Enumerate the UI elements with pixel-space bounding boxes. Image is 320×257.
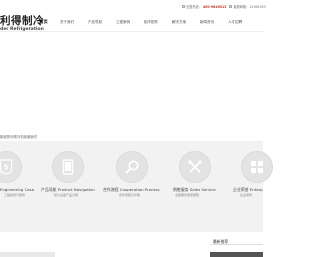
mail-icon bbox=[229, 5, 233, 8]
feature-subtitle: 全程服务质量保障 bbox=[175, 193, 200, 197]
nav-item-home[interactable]: 首页 bbox=[34, 19, 53, 25]
feature-subtitle: 企业荣誉 bbox=[240, 193, 253, 197]
breadcrumb: 新颖的利得冷机依赖我们 bbox=[0, 135, 38, 139]
content-block-left bbox=[0, 252, 55, 257]
feature-subtitle: 制冷设备产品分类 bbox=[54, 193, 79, 197]
news-divider bbox=[210, 244, 263, 245]
email-label[interactable]: 客服邮箱：12984365 bbox=[233, 4, 265, 9]
hotline-number[interactable]: 400-9846513 bbox=[203, 5, 227, 9]
tools-icon bbox=[188, 160, 202, 173]
banner-area bbox=[0, 32, 263, 132]
nav-item-solutions[interactable]: 解决方案 bbox=[165, 20, 193, 25]
feature-enterprise-honor[interactable] bbox=[241, 151, 273, 183]
html5-icon: 5 bbox=[0, 159, 13, 175]
feature-title[interactable]: Engineering Case bbox=[0, 187, 34, 192]
phone-label: 全国热线： bbox=[186, 5, 202, 9]
nav-item-products[interactable]: 产品导航 bbox=[81, 20, 109, 25]
main-nav: 首页 关于我们 产品导航 工程案例 制冷配件 解决方案 新闻资讯 人才招聘 bbox=[34, 18, 249, 26]
nav-item-news[interactable]: 新闻资讯 bbox=[193, 20, 221, 25]
nav-item-about[interactable]: 关于我们 bbox=[53, 20, 81, 25]
feature-subtitle: 合作流程与步骤 bbox=[119, 193, 141, 197]
tablet-icon bbox=[62, 159, 74, 175]
news-image-block[interactable] bbox=[210, 252, 263, 257]
svg-text:5: 5 bbox=[4, 164, 9, 172]
phone-icon bbox=[182, 5, 185, 8]
nav-item-parts[interactable]: 制冷配件 bbox=[137, 20, 165, 25]
nav-item-cases[interactable]: 工程案例 bbox=[109, 20, 137, 25]
feature-sales-service[interactable] bbox=[179, 151, 211, 183]
feature-subtitle: 工程案例与服务 bbox=[4, 193, 26, 197]
feature-product-navigation[interactable] bbox=[52, 151, 84, 183]
grid-icon bbox=[251, 161, 263, 173]
header-contact: 全国热线： 400-9846513 客服邮箱：12984365 bbox=[182, 4, 266, 9]
search-icon bbox=[125, 160, 139, 174]
nav-item-jobs[interactable]: 人才招聘 bbox=[221, 20, 249, 25]
feature-cooperation-process[interactable] bbox=[116, 151, 148, 183]
